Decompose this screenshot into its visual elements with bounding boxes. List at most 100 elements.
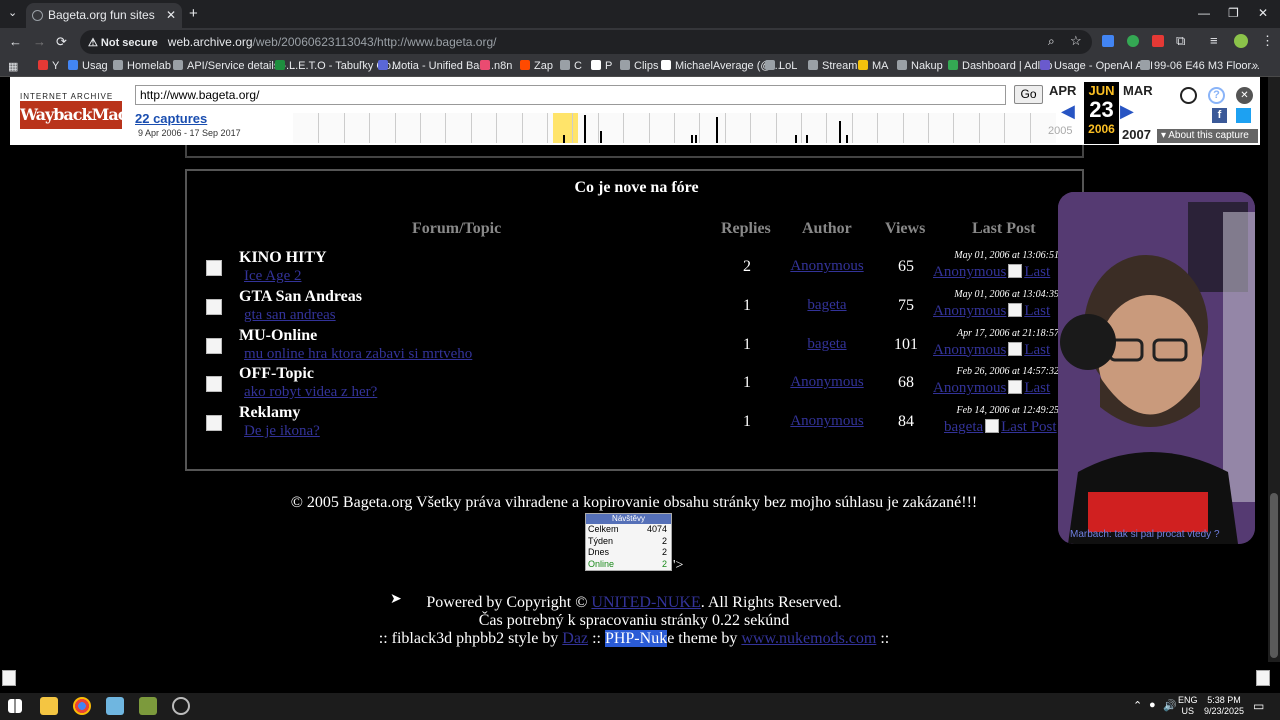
bookmark-item[interactable]: 99-06 E46 M3 Floor... — [1140, 60, 1260, 72]
daz-link[interactable]: Daz — [562, 630, 588, 647]
topic-link[interactable]: Ice Age 2 — [244, 268, 301, 285]
forum-name[interactable]: KINO HITY — [239, 249, 327, 267]
page-scrollbar[interactable] — [1268, 77, 1280, 662]
tab-list-icon[interactable]: ⌄ — [8, 6, 17, 19]
reload-button[interactable]: ⟳ — [56, 34, 67, 50]
grammarly-icon[interactable] — [1127, 35, 1139, 47]
author-link[interactable]: bageta — [767, 297, 887, 314]
visit-counter[interactable]: Návštěvy Celkem 4074 Týden 2 Dnes 2 Online 2 — [585, 513, 672, 571]
last-post-link[interactable]: Last — [1024, 264, 1050, 280]
last-post-author-link[interactable]: Anonymous — [933, 264, 1006, 280]
settings-icon[interactable] — [172, 697, 190, 715]
last-post-icon[interactable] — [1008, 302, 1023, 317]
last-post-link[interactable]: Last — [1024, 380, 1050, 396]
scrollbar-thumb[interactable] — [1270, 493, 1278, 658]
star-icon[interactable]: ☆ — [1070, 33, 1082, 49]
new-tab-button[interactable]: + — [189, 5, 198, 22]
more-bookmarks-icon[interactable]: » — [1252, 60, 1258, 72]
user-icon[interactable] — [1180, 87, 1197, 104]
forum-name[interactable]: OFF-Topic — [239, 365, 314, 383]
last-post-author-link[interactable]: Anonymous — [933, 342, 1006, 358]
bookmark-item[interactable]: Stream — [808, 60, 857, 72]
back-button[interactable]: ← — [9, 34, 22, 49]
app-icon[interactable] — [106, 697, 124, 715]
puzzle-icon[interactable]: ⧉ — [1176, 33, 1185, 49]
next-month-label[interactable]: MAR — [1123, 83, 1153, 98]
address-bar[interactable]: ⚠ Not secure web.archive.org/web/20060623… — [80, 30, 1092, 54]
last-post-icon[interactable] — [1008, 380, 1023, 395]
close-toolbar-icon[interactable]: ✕ — [1236, 87, 1253, 104]
bookmark-item[interactable]: Usage - OpenAI API — [1040, 60, 1153, 72]
last-post-link[interactable]: Last — [1024, 303, 1050, 319]
twitter-icon[interactable] — [1236, 108, 1251, 123]
forum-name[interactable]: MU-Online — [239, 327, 317, 345]
bookmark-item[interactable]: Zap — [520, 60, 553, 72]
bookmark-item[interactable]: LoL — [765, 60, 797, 72]
clock[interactable]: 5:38 PM 9/23/2025 — [1200, 695, 1248, 717]
topic-link[interactable]: mu online hra ktora zabavi si mrtveho — [244, 346, 472, 363]
bookmark-item[interactable]: n8n — [480, 60, 512, 72]
bookmark-item[interactable]: Motia - Unified Bac... — [378, 60, 494, 72]
microphone-icon[interactable]: ● — [1149, 699, 1156, 711]
menu-icon[interactable]: ⋮ — [1261, 33, 1274, 49]
close-window-button[interactable]: ✕ — [1258, 6, 1268, 20]
last-post-author-link[interactable]: Anonymous — [933, 380, 1006, 396]
topic-link[interactable]: De je ikona? — [244, 423, 320, 440]
nukemods-link[interactable]: www.nukemods.com — [741, 630, 876, 647]
bookmark-item[interactable]: Nakup — [897, 60, 943, 72]
prev-month-label[interactable]: APR — [1049, 83, 1076, 98]
topic-link[interactable]: ako robyt videa z her? — [244, 384, 377, 401]
last-post-author-link[interactable]: Anonymous — [933, 303, 1006, 319]
help-icon[interactable]: ? — [1208, 87, 1225, 104]
next-capture-arrow[interactable]: ▶ — [1120, 101, 1134, 122]
bookmark-item[interactable]: P — [591, 60, 612, 72]
prev-capture-arrow[interactable]: ◀ — [1061, 101, 1075, 122]
security-label[interactable]: ⚠ Not secure — [88, 37, 158, 49]
author-link[interactable]: Anonymous — [767, 413, 887, 430]
notification-icon[interactable]: ▭ — [1253, 699, 1264, 713]
file-explorer-icon[interactable] — [40, 697, 58, 715]
go-button[interactable]: Go — [1014, 85, 1043, 104]
author-link[interactable]: Anonymous — [767, 374, 887, 391]
bookmark-item[interactable]: Usag — [68, 60, 108, 72]
minecraft-icon[interactable] — [139, 697, 157, 715]
forum-name[interactable]: Reklamy — [239, 404, 300, 422]
volume-icon[interactable]: 🔊 — [1163, 699, 1177, 712]
forum-name[interactable]: GTA San Andreas — [239, 288, 362, 306]
media-icon[interactable]: ≡ — [1210, 33, 1218, 48]
apps-icon[interactable]: ▦ — [8, 60, 18, 73]
bookmark-item[interactable]: C — [560, 60, 582, 72]
forward-button[interactable]: → — [33, 34, 46, 49]
last-post-link[interactable]: Last Post — [1001, 419, 1056, 435]
last-post-icon[interactable] — [1008, 341, 1023, 356]
author-link[interactable]: Anonymous — [767, 258, 887, 275]
tab-close-icon[interactable]: ✕ — [166, 3, 176, 28]
facebook-icon[interactable]: f — [1212, 108, 1227, 123]
chrome-icon[interactable] — [73, 697, 91, 715]
minimize-button[interactable]: — — [1198, 6, 1210, 20]
bookmark-item[interactable]: Clips — [620, 60, 658, 72]
bookmark-item[interactable]: MichaelAverage (@... — [661, 60, 781, 72]
prev-year-label[interactable]: 2005 — [1048, 125, 1072, 137]
author-link[interactable]: bageta — [767, 336, 887, 353]
maximize-button[interactable]: ❐ — [1228, 6, 1239, 20]
bookmark-item[interactable]: Homelab — [113, 60, 171, 72]
last-post-author-link[interactable]: bageta — [944, 419, 983, 435]
extension-red-icon[interactable] — [1152, 35, 1164, 47]
bookmark-item[interactable]: Y — [38, 60, 59, 72]
profile-avatar[interactable] — [1234, 34, 1248, 48]
bookmark-item[interactable]: Dashboard | Adlab — [948, 60, 1052, 72]
topic-link[interactable]: gta san andreas — [244, 307, 336, 324]
browser-tab[interactable]: Bageta.org fun sites ✕ — [26, 3, 182, 28]
zoom-icon[interactable]: ⌕ — [1048, 34, 1055, 49]
capture-sparkline[interactable] — [293, 113, 1056, 143]
next-year-label[interactable]: 2007 — [1122, 127, 1151, 142]
last-post-link[interactable]: Last — [1024, 342, 1050, 358]
wayback-url-input[interactable]: http://www.bageta.org/ — [135, 85, 1006, 105]
extension-icon[interactable] — [1102, 35, 1114, 47]
wayback-logo[interactable]: WaybackMachine — [20, 101, 163, 129]
united-nuke-link[interactable]: UNITED-NUKE — [591, 594, 700, 611]
about-capture-button[interactable]: ▾ About this capture — [1157, 129, 1258, 143]
captures-link[interactable]: 22 captures — [135, 111, 207, 126]
last-post-icon[interactable] — [1008, 264, 1023, 278]
